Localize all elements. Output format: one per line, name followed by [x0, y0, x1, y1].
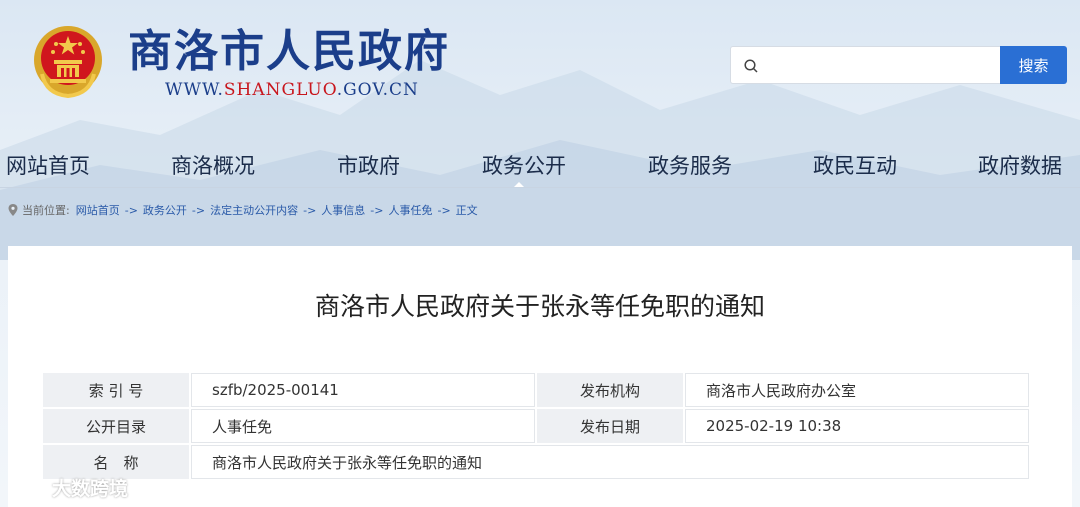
breadcrumb-home[interactable]: 网站首页: [76, 202, 120, 218]
date-value: 2025-02-19 10:38: [685, 409, 1029, 443]
main-nav: 网站首页 商洛概况 市政府 政务公开 政务服务 政民互动 政府数据: [0, 148, 1080, 188]
table-row: 公开目录 人事任免 发布日期 2025-02-19 10:38: [43, 409, 1029, 443]
index-label: 索 引 号: [43, 373, 189, 407]
breadcrumb-personnel-info[interactable]: 人事信息: [321, 202, 365, 218]
nav-item-city-government[interactable]: 市政府: [337, 148, 400, 184]
search-icon: [744, 59, 758, 73]
breadcrumb-current[interactable]: 正文: [456, 202, 478, 218]
nav-item-government-affairs-disclosure[interactable]: 政务公开: [482, 148, 566, 184]
search-input[interactable]: [767, 53, 991, 79]
table-row: 名 称 商洛市人民政府关于张永等任免职的通知: [43, 445, 1029, 479]
table-row: 索 引 号 szfb/2025-00141 发布机构 商洛市人民政府办公室: [43, 373, 1029, 407]
watermark-logo-icon: [8, 479, 48, 496]
breadcrumb-separator: ->: [437, 203, 451, 217]
document-meta-table: 索 引 号 szfb/2025-00141 发布机构 商洛市人民政府办公室 公开…: [41, 371, 1031, 481]
nav-item-home[interactable]: 网站首页: [6, 148, 90, 184]
publisher-label: 发布机构: [537, 373, 683, 407]
breadcrumb-separator: ->: [191, 203, 206, 217]
location-pin-icon: [8, 204, 18, 216]
search-button[interactable]: 搜索: [1000, 46, 1067, 84]
nav-item-government-services[interactable]: 政务服务: [648, 148, 732, 184]
breadcrumb-separator: ->: [370, 203, 384, 217]
catalog-value: 人事任免: [191, 409, 535, 443]
breadcrumb-separator: ->: [124, 203, 138, 217]
breadcrumb-statutory-disclosure[interactable]: 法定主动公开内容: [210, 202, 298, 218]
watermark-text: 大数跨境: [52, 478, 129, 500]
name-value: 商洛市人民政府关于张永等任免职的通知: [191, 445, 1029, 479]
breadcrumb-prefix: 当前位置:: [22, 204, 70, 217]
search-box: [730, 46, 1000, 84]
breadcrumb-separator: ->: [303, 203, 317, 217]
breadcrumb-government-affairs[interactable]: 政务公开: [143, 202, 187, 218]
national-emblem-icon: [34, 26, 102, 98]
catalog-label: 公开目录: [43, 409, 189, 443]
url-suffix: .GOV.CN: [336, 80, 419, 100]
watermark: 大数跨境: [8, 474, 128, 501]
site-header: 商洛市人民政府 WWW.SHANGLUO.GOV.CN 搜索: [0, 0, 1080, 140]
date-label: 发布日期: [537, 409, 683, 443]
document-title: 商洛市人民政府关于张永等任免职的通知: [314, 292, 765, 321]
index-value: szfb/2025-00141: [191, 373, 535, 407]
nav-item-overview[interactable]: 商洛概况: [171, 148, 255, 184]
nav-divider: [0, 187, 1080, 188]
nav-item-government-data[interactable]: 政府数据: [978, 148, 1062, 184]
nav-item-public-interaction[interactable]: 政民互动: [813, 148, 897, 184]
url-highlight: SHANGLUO: [223, 80, 337, 100]
site-url: WWW.SHANGLUO.GOV.CN: [165, 80, 419, 100]
url-prefix: WWW.: [165, 80, 224, 100]
breadcrumb: 当前位置: 网站首页 -> 政务公开 -> 法定主动公开内容 -> 人事信息 -…: [8, 201, 478, 219]
breadcrumb-appointments[interactable]: 人事任免: [388, 202, 432, 218]
site-title: 商洛市人民政府: [128, 26, 450, 77]
publisher-value: 商洛市人民政府办公室: [685, 373, 1029, 407]
